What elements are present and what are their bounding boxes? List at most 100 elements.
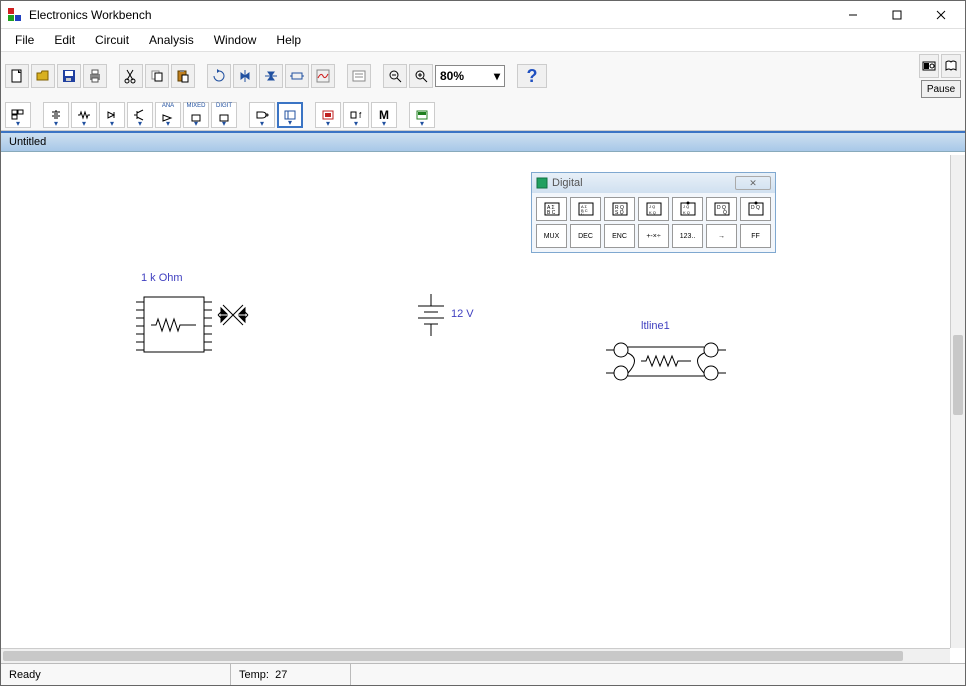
svg-text:B C: B C	[547, 210, 556, 216]
chevron-down-icon: ▾	[222, 119, 226, 128]
minimize-button[interactable]	[831, 2, 875, 28]
analog-ics-button[interactable]: ANA▾	[155, 102, 181, 128]
rotate-button[interactable]	[207, 64, 231, 88]
dec-button[interactable]: DEC	[570, 224, 601, 248]
enc-button[interactable]: ENC	[604, 224, 635, 248]
chevron-down-icon: ▾	[382, 119, 386, 128]
graph-button[interactable]	[311, 64, 335, 88]
digital-ics-button[interactable]: DIGIT▾	[211, 102, 237, 128]
battery-label: 12 V	[451, 308, 474, 320]
palette-titlebar[interactable]: Digital ✕	[532, 173, 775, 193]
ff-button[interactable]: FF	[740, 224, 771, 248]
menu-window[interactable]: Window	[204, 31, 267, 49]
palette-icon	[536, 177, 548, 189]
sources-button[interactable]: ▾	[43, 102, 69, 128]
book-icon[interactable]	[941, 54, 961, 78]
mux-button[interactable]: MUX	[536, 224, 567, 248]
rs-ff-button[interactable]: R QS Q	[604, 197, 635, 221]
instruments-button[interactable]: ▾	[409, 102, 435, 128]
print-button[interactable]	[83, 64, 107, 88]
resistor-pack[interactable]	[126, 287, 256, 367]
open-button[interactable]	[31, 64, 55, 88]
svg-text:J Q: J Q	[683, 204, 689, 209]
menu-file[interactable]: File	[5, 31, 44, 49]
resistor-pack-label: 1 k Ohm	[141, 272, 183, 284]
palette-close-button[interactable]: ✕	[735, 176, 771, 190]
save-button[interactable]	[57, 64, 81, 88]
menu-help[interactable]: Help	[266, 31, 311, 49]
jk-ff-button[interactable]: J QK Q	[638, 197, 669, 221]
properties-button[interactable]	[347, 64, 371, 88]
chevron-down-icon: ▾	[138, 119, 142, 128]
favorites-dropdown[interactable]: ▾	[5, 102, 31, 128]
close-button[interactable]	[919, 2, 963, 28]
pause-button[interactable]: Pause	[921, 80, 961, 98]
maximize-button[interactable]	[875, 2, 919, 28]
main-toolbar: 80% ▾ ? Pause	[1, 51, 965, 100]
tline-label: ltline1	[641, 320, 670, 332]
basic-button[interactable]: ▾	[71, 102, 97, 128]
transmission-line[interactable]	[601, 335, 731, 385]
svg-text:C: C	[581, 211, 584, 216]
full-adder-button[interactable]: A ΣB CC	[570, 197, 601, 221]
svg-text:J Q: J Q	[649, 204, 655, 209]
zoom-select[interactable]: 80% ▾	[435, 65, 505, 87]
half-adder-button[interactable]: A ΣB C	[536, 197, 567, 221]
app-icon	[7, 7, 23, 23]
digital-button[interactable]: ▾	[277, 102, 303, 128]
new-button[interactable]	[5, 64, 29, 88]
menubar: File Edit Circuit Analysis Window Help	[1, 29, 965, 51]
menu-circuit[interactable]: Circuit	[85, 31, 139, 49]
counter-button[interactable]: 123..	[672, 224, 703, 248]
chevron-down-icon: ▾	[54, 119, 58, 128]
flip-v-button[interactable]	[259, 64, 283, 88]
cut-button[interactable]	[119, 64, 143, 88]
chevron-down-icon: ▾	[326, 119, 330, 128]
chevron-down-icon: ▾	[354, 119, 358, 128]
indicators-button[interactable]: ▾	[315, 102, 341, 128]
chevron-down-icon: ▾	[194, 119, 198, 128]
svg-text:K Q: K Q	[683, 210, 690, 215]
svg-text:K Q: K Q	[649, 210, 656, 215]
svg-text:S Q: S Q	[615, 210, 624, 216]
transistors-button[interactable]: ▾	[127, 102, 153, 128]
help-button[interactable]: ?	[517, 64, 547, 88]
logic-gates-button[interactable]: ▾	[249, 102, 275, 128]
mixed-ics-button[interactable]: MIXED▾	[183, 102, 209, 128]
diodes-button[interactable]: ▾	[99, 102, 125, 128]
document-tab[interactable]: Untitled	[1, 133, 965, 152]
workspace: Untitled 1 k Ohm	[1, 131, 965, 663]
palette-title: Digital	[552, 177, 731, 189]
window-title: Electronics Workbench	[29, 8, 831, 22]
zoom-in-button[interactable]	[409, 64, 433, 88]
chevron-down-icon: ▾	[260, 119, 264, 128]
horizontal-scrollbar[interactable]	[1, 648, 950, 663]
d-ff-button[interactable]: D QQ	[706, 197, 737, 221]
chevron-down-icon: ▾	[16, 119, 20, 128]
dropdown-icon: ▾	[494, 69, 500, 83]
menu-edit[interactable]: Edit	[44, 31, 85, 49]
statusbar: Ready Temp: 27	[1, 663, 965, 685]
menu-analysis[interactable]: Analysis	[139, 31, 204, 49]
paste-button[interactable]	[171, 64, 195, 88]
power-switch[interactable]	[919, 54, 939, 78]
controls-button[interactable]: f▾	[343, 102, 369, 128]
arith-button[interactable]: +-×÷	[638, 224, 669, 248]
copy-button[interactable]	[145, 64, 169, 88]
component-toolbar: ▾ ▾ ▾ ▾ ▾ ANA▾ MIXED▾ DIGIT▾ ▾ ▾ ▾ f▾ M▾…	[1, 100, 965, 131]
svg-text:f: f	[359, 111, 362, 120]
canvas[interactable]: 1 k Ohm	[1, 152, 965, 663]
vertical-scrollbar[interactable]	[950, 155, 965, 648]
flip-h-button[interactable]	[233, 64, 257, 88]
subcircuit-button[interactable]	[285, 64, 309, 88]
status-temp: Temp: 27	[231, 664, 351, 685]
chevron-down-icon: ▾	[166, 119, 170, 128]
misc-button[interactable]: M▾	[371, 102, 397, 128]
digital-palette[interactable]: Digital ✕ A ΣB C A ΣB CC R QS Q J QK Q J…	[531, 172, 776, 253]
battery[interactable]	[406, 292, 456, 342]
d-ff-pc-button[interactable]: D Q	[740, 197, 771, 221]
titlebar: Electronics Workbench	[1, 1, 965, 29]
shift-reg-button[interactable]: →	[706, 224, 737, 248]
zoom-out-button[interactable]	[383, 64, 407, 88]
jk-ff-pc-button[interactable]: J QK Q	[672, 197, 703, 221]
